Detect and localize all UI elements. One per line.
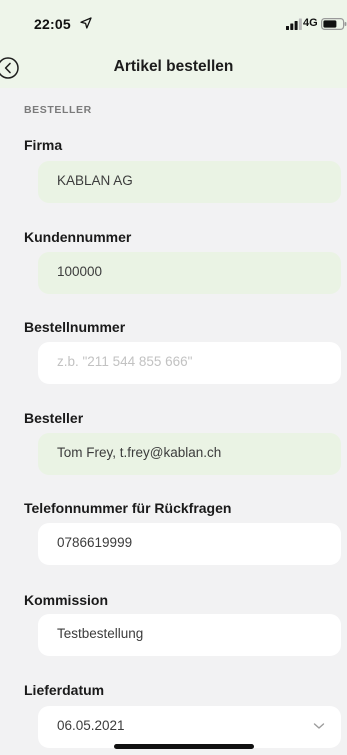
besteller-value: Tom Frey, t.frey@kablan.ch [57,445,222,460]
kundennummer-label: Kundennummer [24,229,132,245]
nav-bar: Artikel bestellen [0,46,347,88]
bestellnummer-field[interactable]: z.b. "211 544 855 666" [38,342,341,384]
bestellnummer-placeholder: z.b. "211 544 855 666" [57,354,193,369]
telefon-label: Telefonnummer für Rückfragen [24,500,232,516]
besteller-label: Besteller [24,410,84,426]
section-header: BESTELLER [0,88,347,129]
lieferdatum-label: Lieferdatum [24,682,105,698]
home-indicator [114,744,254,749]
network-type: 4G [303,17,318,29]
kommission-label: Kommission [24,592,109,608]
top-bar: 22:05 4G Artikel bestellen [0,0,347,88]
lieferdatum-select[interactable]: 06.05.2021 [38,706,341,748]
telefon-value: 0786619999 [57,535,133,550]
battery-icon [321,18,347,30]
location-arrow-icon [80,17,92,29]
lieferdatum-value: 06.05.2021 [57,718,125,733]
status-time: 22:05 [34,16,71,32]
status-bar: 22:05 4G [0,0,347,42]
firma-value: KABLAN AG [57,173,133,188]
kommission-value: Testbestellung [57,626,144,641]
kundennummer-value: 100000 [57,264,103,279]
besteller-field[interactable]: Tom Frey, t.frey@kablan.ch [38,433,341,475]
page-title: Artikel bestellen [113,58,234,75]
signal-icon [286,18,302,30]
firma-label: Firma [24,137,63,153]
chevron-down-icon [313,723,325,729]
telefon-field[interactable]: 0786619999 [38,523,341,565]
kommission-field[interactable]: Testbestellung [38,614,341,656]
firma-field[interactable]: KABLAN AG [38,161,341,203]
kundennummer-field[interactable]: 100000 [38,252,341,294]
bestellnummer-label: Bestellnummer [24,319,126,335]
section-label: BESTELLER [24,104,92,116]
